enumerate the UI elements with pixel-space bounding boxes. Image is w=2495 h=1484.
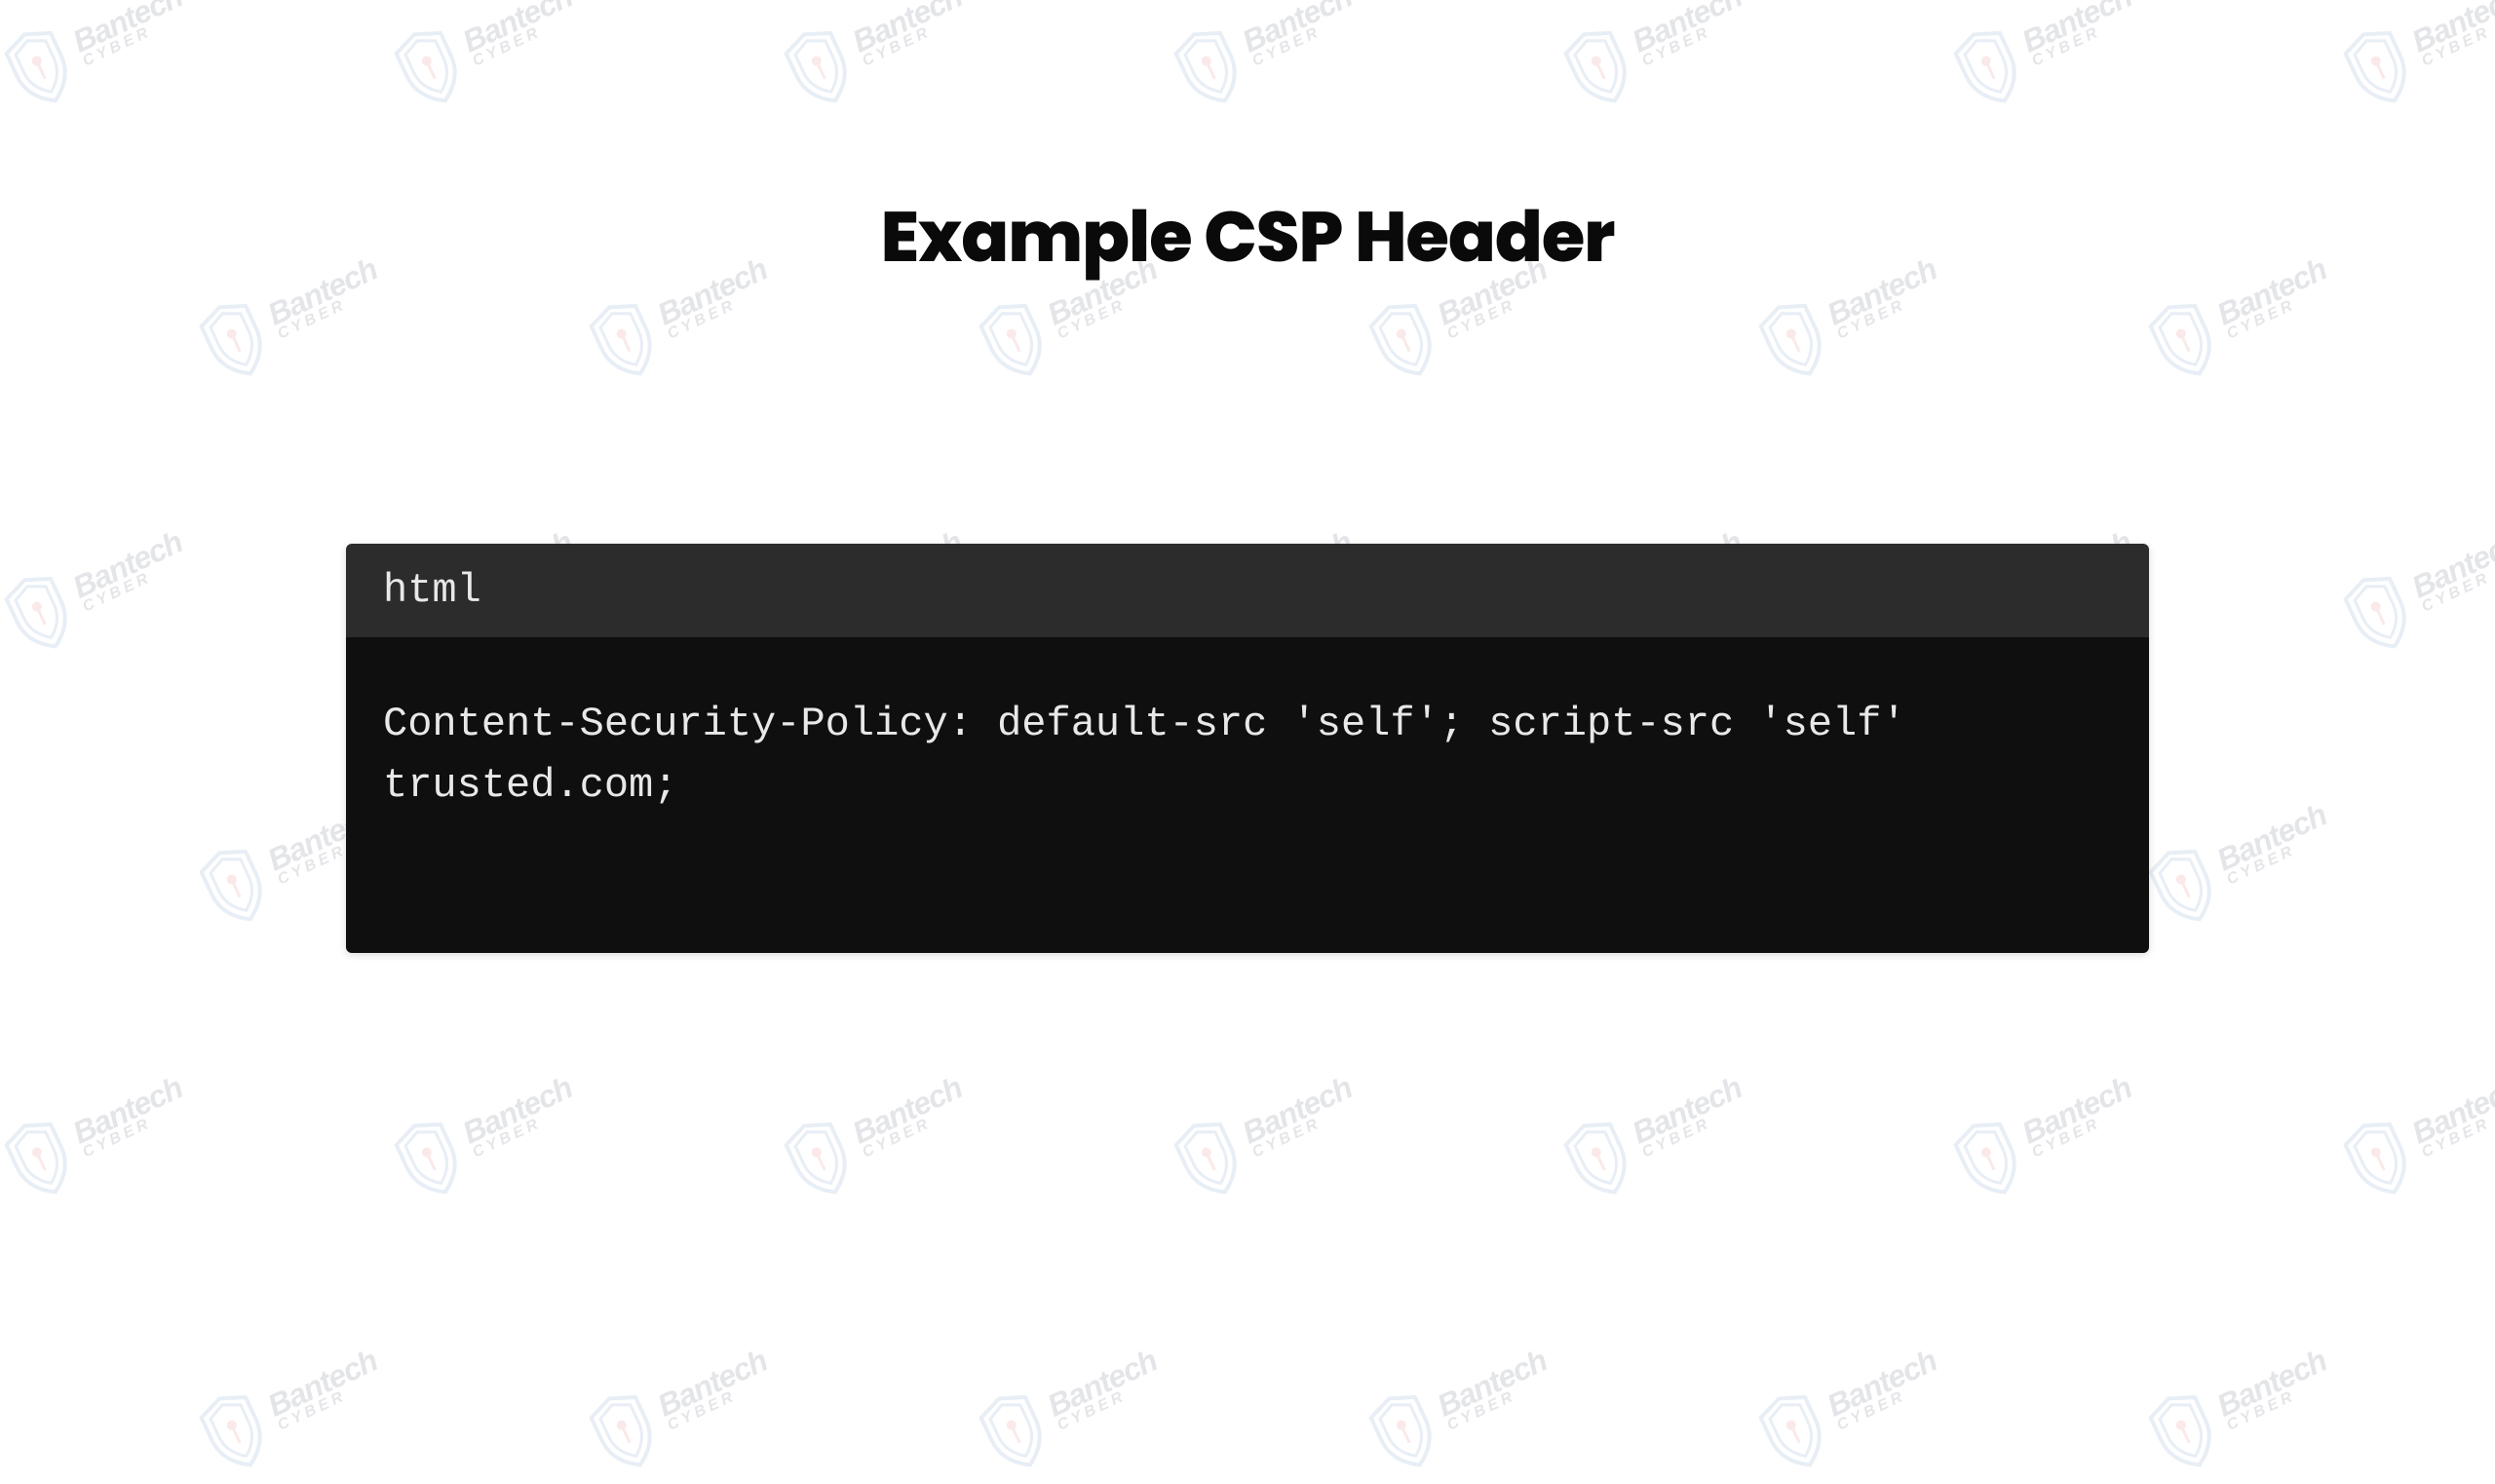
main-content: Example CSP Header html Content-Security… [0,0,2495,953]
page-title: Example CSP Header [881,185,1615,290]
code-language-label: html [346,544,2149,637]
code-content: Content-Security-Policy: default-src 'se… [346,637,2149,953]
code-block: html Content-Security-Policy: default-sr… [346,544,2149,953]
